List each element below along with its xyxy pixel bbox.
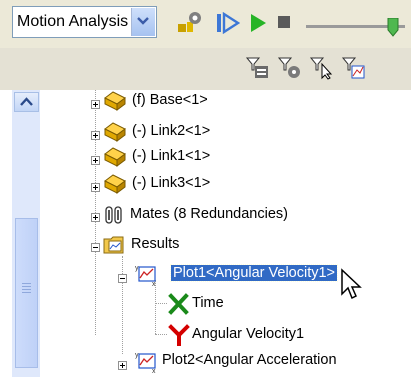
svg-text:y: y [135, 265, 139, 272]
expand-icon[interactable] [91, 183, 100, 192]
tree-item-label: (-) Link2<1> [132, 123, 211, 139]
expand-icon[interactable] [91, 213, 100, 222]
part-icon [103, 121, 127, 148]
tree-item-link2[interactable]: (-) Link2<1> [40, 121, 411, 143]
filter-selected-icon[interactable] [309, 56, 334, 85]
tree-item-mates[interactable]: Mates (8 Redundancies) [40, 204, 411, 226]
motion-study-tree: (f) Base<1> (-) Link2<1> (-) Link1<1> (-… [40, 90, 411, 377]
scroll-up-button[interactable] [14, 92, 39, 112]
expand-icon[interactable] [91, 156, 100, 165]
calculate-icon[interactable] [216, 11, 241, 39]
svg-text:x: x [152, 368, 156, 374]
tree-item-base[interactable]: (f) Base<1> [40, 90, 411, 112]
playback-speed-slider[interactable] [302, 17, 407, 47]
svg-text:y: y [135, 352, 139, 359]
part-icon [103, 90, 127, 117]
part-icon [103, 146, 127, 173]
tree-item-label: (f) Base<1> [132, 92, 208, 108]
filter-toolbar [0, 48, 411, 133]
mates-icon [104, 205, 124, 230]
tree-item-angular-velocity[interactable]: Angular Velocity1 [40, 324, 411, 346]
tree-item-label: (-) Link3<1> [132, 175, 211, 191]
study-type-value: Motion Analysis [17, 13, 129, 30]
collapse-icon[interactable] [118, 274, 127, 283]
x-axis-icon [168, 293, 190, 320]
chevron-down-icon[interactable] [131, 8, 155, 36]
plot-icon: yx [134, 350, 158, 379]
tree-item-label: Time [192, 295, 224, 311]
tree-item-plot2[interactable]: y x Plot2<Angular Acceleration [40, 350, 411, 375]
mouse-cursor-icon [340, 268, 362, 305]
results-folder-icon [103, 234, 127, 261]
tree-item-link3[interactable]: (-) Link3<1> [40, 173, 411, 195]
stop-icon[interactable] [276, 14, 292, 35]
filter-animation-icon[interactable] [245, 56, 270, 85]
svg-text:x: x [152, 281, 156, 287]
expand-icon[interactable] [91, 131, 100, 140]
tree-item-link1[interactable]: (-) Link1<1> [40, 146, 411, 168]
filter-driving-icon[interactable] [277, 56, 302, 85]
tree-item-label: Results [131, 236, 180, 252]
tree-item-label: Plot2<Angular Acceleration [162, 352, 337, 368]
motion-study-properties-icon[interactable] [177, 10, 203, 41]
play-icon[interactable] [248, 12, 268, 39]
scrollbar-thumb[interactable] [15, 218, 38, 368]
tree-item-label: Plot1<Angular Velocity1> [169, 264, 339, 282]
plot-icon: yx [134, 263, 158, 292]
expand-icon[interactable] [118, 361, 127, 370]
tree-item-label: (-) Link1<1> [132, 148, 211, 164]
filter-results-icon[interactable] [341, 56, 366, 85]
tree-item-results[interactable]: Results [40, 234, 411, 256]
tree-item-label: Mates (8 Redundancies) [130, 206, 288, 222]
tree-item-label: Angular Velocity1 [192, 326, 305, 342]
part-icon [103, 173, 127, 200]
motion-manager-toolbar: Motion Analysis [0, 0, 411, 48]
expand-icon[interactable] [91, 100, 100, 109]
y-axis-icon [168, 324, 190, 351]
collapse-icon[interactable] [91, 243, 100, 252]
study-type-select[interactable]: Motion Analysis [12, 6, 157, 38]
